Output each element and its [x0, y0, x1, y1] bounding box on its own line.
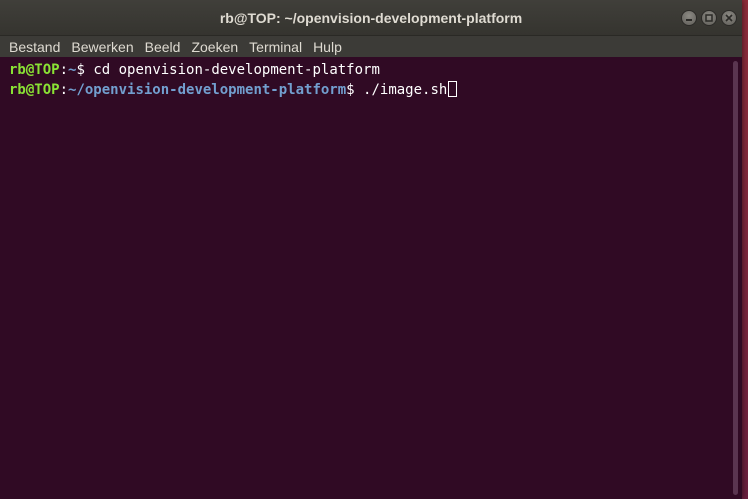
prompt-separator: : [59, 62, 69, 78]
terminal-line: rb@TOP:~/openvision-development-platform… [9, 80, 730, 100]
window-title: rb@TOP: ~/openvision-development-platfor… [219, 10, 523, 26]
maximize-icon [705, 14, 713, 22]
minimize-icon [686, 19, 692, 21]
prompt-user-host: rb@TOP [9, 62, 60, 78]
close-icon [725, 14, 733, 22]
prompt-path: ~/openvision-development-platform [68, 82, 347, 98]
close-button[interactable] [721, 10, 737, 26]
command-text: cd openvision-development-platform [93, 62, 380, 78]
menu-terminal[interactable]: Terminal [249, 38, 302, 56]
prompt-separator: : [59, 82, 69, 98]
maximize-button[interactable] [701, 10, 717, 26]
prompt-user-host: rb@TOP [9, 82, 60, 98]
text-cursor [448, 81, 458, 97]
command-text: ./image.sh [363, 82, 448, 98]
menu-bestand[interactable]: Bestand [9, 38, 60, 56]
prompt-symbol: $ [76, 62, 94, 78]
terminal-window: rb@TOP: ~/openvision-development-platfor… [0, 0, 742, 499]
terminal-output[interactable]: rb@TOP:~$ cd openvision-development-plat… [0, 57, 730, 499]
scrollbar[interactable] [730, 57, 742, 499]
menu-bewerken[interactable]: Bewerken [71, 38, 133, 56]
minimize-button[interactable] [681, 10, 697, 26]
scrollbar-thumb[interactable] [733, 61, 738, 495]
menu-beeld[interactable]: Beeld [145, 38, 181, 56]
title-bar[interactable]: rb@TOP: ~/openvision-development-platfor… [0, 0, 742, 36]
prompt-symbol: $ [346, 82, 364, 98]
menu-bar: Bestand Bewerken Beeld Zoeken Terminal H… [0, 36, 742, 57]
menu-hulp[interactable]: Hulp [313, 38, 342, 56]
menu-zoeken[interactable]: Zoeken [191, 38, 238, 56]
terminal-line: rb@TOP:~$ cd openvision-development-plat… [9, 60, 730, 80]
